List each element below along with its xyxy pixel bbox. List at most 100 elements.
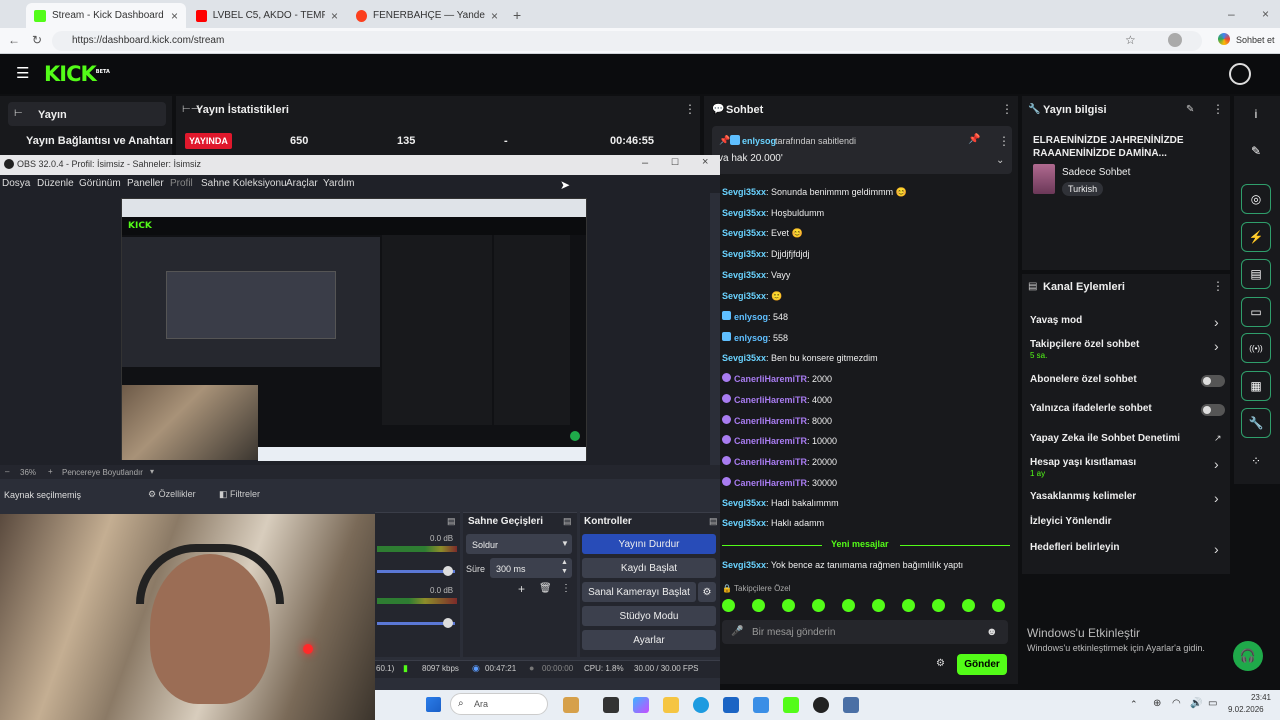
wifi-icon[interactable]: ◠ <box>1172 698 1181 709</box>
obs-menu-item[interactable]: Sahne Koleksiyonu <box>201 178 287 189</box>
info-icon[interactable]: i <box>1241 99 1271 129</box>
tab-kick-dashboard[interactable]: Stream - Kick Dashboard × <box>26 3 186 28</box>
external-link-icon[interactable]: ↗ <box>1214 433 1222 444</box>
task-view-icon[interactable] <box>603 697 619 713</box>
expand-chevron-icon[interactable]: ⌄ <box>996 155 1004 166</box>
battery-icon[interactable]: ▭ <box>1208 698 1217 709</box>
store-icon[interactable] <box>723 697 739 713</box>
taskbar-search[interactable] <box>450 693 548 715</box>
kick-taskbar-icon[interactable] <box>783 697 799 713</box>
camera-icon[interactable]: ◎ <box>1241 184 1271 214</box>
virtual-camera-settings-icon[interactable]: ⚙ <box>698 582 716 602</box>
chat-username[interactable]: Sevgi35xx <box>722 560 766 570</box>
channel-action-label[interactable]: Takipçilere özel sohbet <box>1030 339 1139 350</box>
zoom-out-icon[interactable]: – <box>5 467 9 476</box>
duration-stepper-icon[interactable]: ▲ ▼ <box>561 558 568 576</box>
studio-mode-button[interactable]: Stüdyo Modu <box>582 606 716 626</box>
filters-button[interactable]: ◧ Filtreler <box>219 489 260 500</box>
chat-with-label[interactable]: Sohbet et <box>1236 35 1275 45</box>
chat-username[interactable]: CanerliHaremiTR <box>734 416 807 426</box>
chevron-right-icon[interactable]: › <box>1214 456 1219 472</box>
tab-yandex[interactable]: FENERBAHÇE — Yandex: 1 milyon × <box>348 3 506 28</box>
edge-icon[interactable] <box>693 697 709 713</box>
minimize-window-icon[interactable]: – <box>1228 7 1235 21</box>
info-menu-icon[interactable]: ⋮ <box>1212 102 1224 116</box>
chat-username[interactable]: CanerliHaremiTR <box>734 457 807 467</box>
edit-icon[interactable]: ✎ <box>1186 104 1194 115</box>
zoom-in-icon[interactable]: + <box>48 467 53 476</box>
emote-icon[interactable] <box>962 599 975 612</box>
emote-icon[interactable] <box>902 599 915 612</box>
new-tab-icon[interactable]: + <box>513 7 521 23</box>
obs-minimize-icon[interactable]: – <box>642 157 648 169</box>
fit-dropdown-icon[interactable]: ▾ <box>150 467 154 476</box>
emote-icon[interactable] <box>812 599 825 612</box>
tray-chevron-icon[interactable]: ⌃ <box>1130 699 1138 710</box>
obs-maximize-icon[interactable]: ☐ <box>671 157 679 168</box>
obs-close-icon[interactable]: × <box>702 156 708 168</box>
volume-icon[interactable]: 🔊 <box>1190 698 1202 709</box>
kick-logo[interactable]: KICKBETA <box>44 62 110 86</box>
channel-action-label[interactable]: Hesap yaşı kısıtlaması <box>1030 457 1136 468</box>
emote-icon[interactable] <box>872 599 885 612</box>
obs-menu-item[interactable]: Görünüm <box>79 178 121 189</box>
emote-icon[interactable] <box>752 599 765 612</box>
pencil-icon[interactable]: ✎ <box>1241 136 1271 166</box>
file-explorer-icon[interactable] <box>663 697 679 713</box>
fader-handle-1[interactable] <box>443 566 453 576</box>
chat-username[interactable]: Sevgi35xx <box>722 249 766 259</box>
chat-username[interactable]: Sevgi35xx <box>722 187 766 197</box>
chat-icon[interactable]: ▭ <box>1241 297 1271 327</box>
settings-button[interactable]: Ayarlar <box>582 630 716 650</box>
obs-menu-item[interactable]: Araçlar <box>286 178 318 189</box>
chat-username[interactable]: Sevgi35xx <box>722 498 766 508</box>
add-transition-icon[interactable]: + <box>518 582 525 596</box>
close-tab-icon[interactable]: × <box>171 9 178 23</box>
close-tab-icon[interactable]: × <box>331 9 338 23</box>
broadcast-icon[interactable]: ((•)) <box>1241 333 1271 363</box>
star-icon[interactable]: ☆ <box>1125 33 1136 47</box>
chat-username[interactable]: Sevgi35xx <box>722 208 766 218</box>
channel-action-label[interactable]: Abonelere özel sohbet <box>1030 374 1137 385</box>
obs-menu-item[interactable]: Profil <box>170 178 193 189</box>
sidebar-section-yayin[interactable] <box>8 102 166 126</box>
chat-username[interactable]: CanerliHaremiTR <box>734 436 807 446</box>
tab-youtube[interactable]: LVBEL C5, AKDO - TEMPO - YouTube × <box>188 3 346 28</box>
chat-username[interactable]: enlysog <box>734 312 768 322</box>
stats-menu-icon[interactable]: ⋮ <box>684 102 696 116</box>
obs-menu-item[interactable]: Dosya <box>2 178 30 189</box>
chat-username[interactable]: CanerliHaremiTR <box>734 478 807 488</box>
close-tab-icon[interactable]: × <box>491 9 498 23</box>
pinned-by-user[interactable]: enlysog <box>742 136 776 146</box>
toggle-switch[interactable] <box>1201 375 1225 387</box>
start-button-icon[interactable] <box>426 697 441 712</box>
emote-icon[interactable] <box>842 599 855 612</box>
chevron-right-icon[interactable]: › <box>1214 490 1219 506</box>
copilot-taskbar-icon[interactable] <box>633 697 649 713</box>
user-avatar[interactable] <box>1229 63 1251 85</box>
obs-menu-item[interactable]: Paneller <box>127 178 164 189</box>
fit-to-window[interactable]: Pencereye Boyutlandır <box>62 468 143 477</box>
emote-icon[interactable] <box>722 599 735 612</box>
actions-menu-icon[interactable]: ⋮ <box>1212 279 1224 293</box>
chat-username[interactable]: Sevgi35xx <box>722 270 766 280</box>
chevron-right-icon[interactable]: › <box>1214 338 1219 354</box>
chevron-right-icon[interactable]: › <box>1214 314 1219 330</box>
lightning-icon[interactable]: ⚡ <box>1241 222 1271 252</box>
emote-tab[interactable]: 🔒 Takipçilere Özel <box>722 584 791 593</box>
emoji-icon[interactable]: ☻ <box>986 626 998 638</box>
chat-username[interactable]: CanerliHaremiTR <box>734 395 807 405</box>
emote-icon[interactable] <box>992 599 1005 612</box>
chat-menu-icon[interactable]: ⋮ <box>1001 102 1013 116</box>
transition-more-icon[interactable]: ⋮ <box>561 583 571 594</box>
reload-icon[interactable]: ↻ <box>32 33 42 47</box>
pinned-menu-icon[interactable]: ⋮ <box>998 134 1010 148</box>
chat-username[interactable]: enlysog <box>734 333 768 343</box>
chat-settings-icon[interactable]: ⚙ <box>936 658 945 669</box>
mixer-menu-icon[interactable]: ▤ <box>447 516 456 527</box>
stop-streaming-button[interactable]: Yayını Durdur <box>582 534 716 554</box>
channel-action-label[interactable]: Yapay Zeka ile Sohbet Denetimi <box>1030 433 1180 444</box>
document-icon[interactable]: ▤ <box>1241 259 1271 289</box>
chevron-right-icon[interactable]: › <box>1214 541 1219 557</box>
language-icon[interactable]: ⊕ <box>1153 698 1161 709</box>
